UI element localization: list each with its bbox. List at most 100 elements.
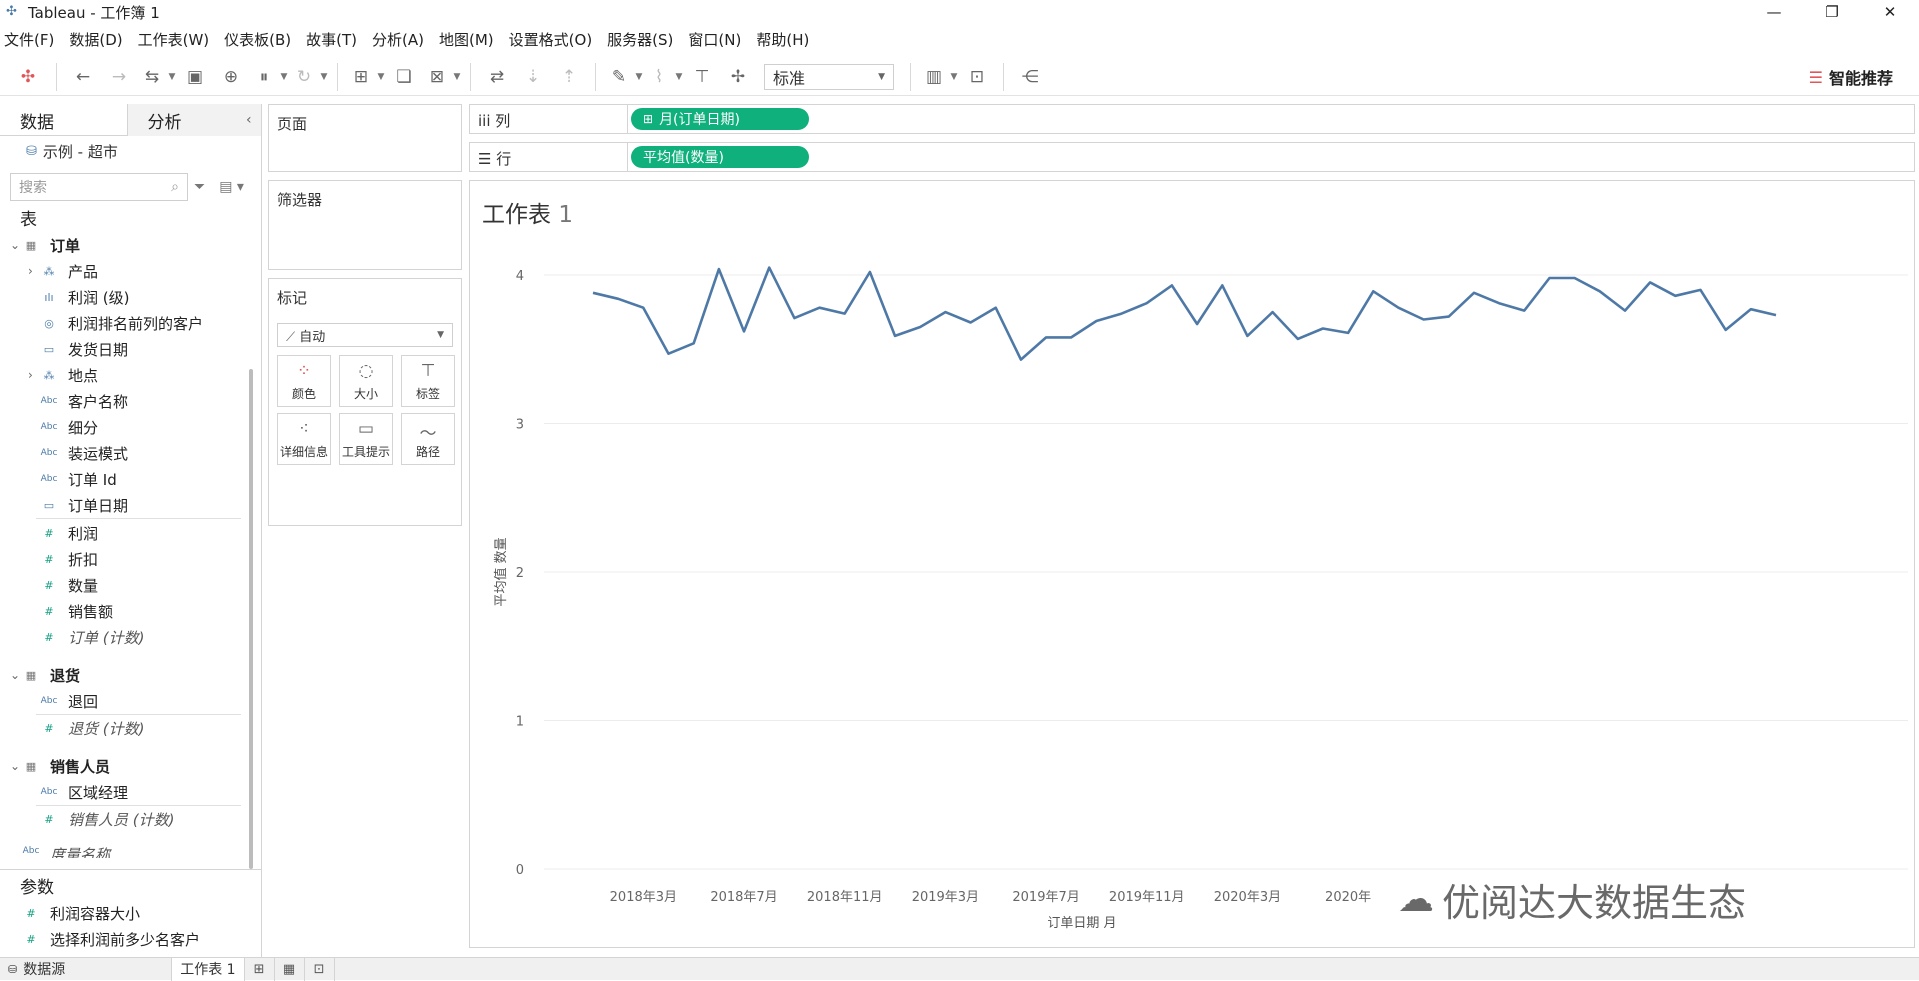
data-point[interactable]: [666, 351, 672, 357]
data-point[interactable]: [1018, 357, 1024, 363]
detail-button[interactable]: ⁖ 详细信息: [277, 413, 331, 465]
field-item[interactable]: Abc 订单 Id: [0, 466, 245, 492]
data-point[interactable]: [1270, 309, 1276, 315]
field-item[interactable]: Abc 度量名称: [0, 840, 245, 858]
show-cards-icon[interactable]: ▥: [919, 63, 949, 91]
chevron-down-icon[interactable]: ▼: [279, 63, 289, 91]
tab-sheet-1[interactable]: 工作表 1: [171, 957, 245, 981]
table-orders[interactable]: ⌄ ▦ 订单: [0, 232, 245, 258]
tooltip-button[interactable]: ▭ 工具提示: [339, 413, 393, 465]
presentation-mode-icon[interactable]: ⊡: [959, 63, 995, 91]
data-point[interactable]: [1496, 300, 1502, 306]
columns-shelf[interactable]: iii 列 ⊞ 月(订单日期): [469, 104, 1915, 134]
chevron-down-icon[interactable]: ▼: [674, 63, 684, 91]
highlight-icon[interactable]: ✎: [604, 63, 634, 91]
tab-data[interactable]: 数据: [0, 104, 128, 136]
new-datasource-icon[interactable]: ⊕: [213, 63, 249, 91]
table-people[interactable]: ⌄ ▦ 销售人员: [0, 753, 245, 779]
data-point[interactable]: [1572, 275, 1578, 281]
data-point[interactable]: [1370, 288, 1376, 294]
tableau-home-icon[interactable]: ✣: [8, 63, 48, 91]
refresh-icon[interactable]: ↻: [289, 63, 319, 91]
rows-shelf[interactable]: ☰ 行 平均值(数量): [469, 142, 1915, 172]
data-point[interactable]: [1622, 308, 1628, 314]
series-line[interactable]: [592, 266, 1777, 361]
new-story-icon[interactable]: ⊡: [305, 957, 335, 981]
filter-icon[interactable]: ⏷: [194, 179, 205, 195]
data-point[interactable]: [1244, 333, 1250, 339]
search-input[interactable]: 搜索 ⌕: [10, 173, 188, 201]
worksheet-view[interactable]: 工作表 1 0 1 2 3 4 平均值 数量 2018年3月 2018年7月 2018年11月…: [469, 180, 1915, 948]
measure-item[interactable]: # 订单 (计数): [0, 624, 245, 650]
tab-datasource[interactable]: ⛁ 数据源: [0, 958, 73, 981]
field-item[interactable]: ▭ 发货日期: [0, 336, 245, 362]
data-point[interactable]: [1068, 334, 1074, 340]
data-point[interactable]: [1471, 290, 1477, 296]
chevron-down-icon[interactable]: ▼: [167, 63, 177, 91]
field-item[interactable]: ▭ 订单日期: [0, 492, 245, 518]
menu-dashboard[interactable]: 仪表板(B): [224, 29, 291, 50]
measure-item[interactable]: # 销售人员 (计数): [0, 806, 245, 832]
chevron-down-icon[interactable]: ▼: [319, 63, 329, 91]
parameter-item[interactable]: # 选择利润前多少名客户: [0, 926, 262, 952]
datasource-item[interactable]: ⛁ 示例 - 超市: [0, 136, 261, 166]
data-point[interactable]: [741, 328, 747, 334]
data-point[interactable]: [1169, 282, 1175, 288]
menu-map[interactable]: 地图(M): [439, 29, 494, 50]
chevron-down-icon[interactable]: ▼: [634, 63, 644, 91]
field-item[interactable]: › ⁂ 产品: [0, 258, 245, 284]
color-button[interactable]: ⁘ 颜色: [277, 355, 331, 407]
chevron-down-icon[interactable]: ▼: [376, 63, 386, 91]
data-point[interactable]: [691, 340, 697, 346]
data-point[interactable]: [1219, 282, 1225, 288]
data-point[interactable]: [1320, 325, 1326, 331]
data-point[interactable]: [1421, 317, 1427, 323]
data-point[interactable]: [1144, 300, 1150, 306]
label-button[interactable]: ⊤ 标签: [401, 355, 455, 407]
chevron-down-icon[interactable]: ▼: [949, 63, 959, 91]
field-item[interactable]: Abc 退回: [0, 688, 245, 714]
data-point[interactable]: [892, 333, 898, 339]
data-point[interactable]: [791, 315, 797, 321]
table-returns[interactable]: ⌄ ▦ 退货: [0, 662, 245, 688]
pause-updates-icon[interactable]: ⏸: [249, 63, 279, 91]
size-button[interactable]: ◌ 大小: [339, 355, 393, 407]
tab-analysis[interactable]: 分析: [127, 104, 261, 136]
share-icon[interactable]: ⋲: [1012, 63, 1048, 91]
data-point[interactable]: [1446, 314, 1452, 320]
data-point[interactable]: [1119, 311, 1125, 317]
data-point[interactable]: [968, 320, 974, 326]
sort-ascending-icon[interactable]: ⇣: [515, 63, 551, 91]
data-point[interactable]: [942, 309, 948, 315]
new-worksheet-icon[interactable]: ⊞: [245, 957, 275, 981]
data-point[interactable]: [1748, 306, 1754, 312]
close-button[interactable]: ✕: [1861, 0, 1919, 24]
swap-rows-columns-icon[interactable]: ⇄: [479, 63, 515, 91]
menu-server[interactable]: 服务器(S): [607, 29, 673, 50]
measure-item[interactable]: # 折扣: [0, 546, 245, 572]
data-point[interactable]: [1597, 288, 1603, 294]
data-point[interactable]: [1521, 308, 1527, 314]
menu-analysis[interactable]: 分析(A): [372, 29, 424, 50]
undo-icon[interactable]: ←: [65, 63, 101, 91]
path-button[interactable]: 〜 路径: [401, 413, 455, 465]
menu-window[interactable]: 窗口(N): [688, 29, 741, 50]
swap-icon[interactable]: ⇆: [137, 63, 167, 91]
menu-data[interactable]: 数据(D): [69, 29, 122, 50]
data-point[interactable]: [817, 305, 823, 311]
mark-type-select[interactable]: ⟋ 自动 ▼: [277, 323, 453, 347]
data-point[interactable]: [867, 269, 873, 275]
show-me-button[interactable]: ☰ 智能推荐: [1809, 65, 1893, 89]
field-item[interactable]: ◎ 利润排名前列的客户: [0, 310, 245, 336]
menu-worksheet[interactable]: 工作表(W): [138, 29, 210, 50]
filters-shelf[interactable]: 筛选器: [268, 180, 462, 270]
data-point[interactable]: [716, 266, 722, 272]
data-point[interactable]: [842, 311, 848, 317]
view-options-icon[interactable]: ▤ ▾: [219, 179, 244, 195]
data-point[interactable]: [615, 296, 621, 302]
menu-story[interactable]: 故事(T): [306, 29, 357, 50]
data-point[interactable]: [1672, 293, 1678, 299]
data-point[interactable]: [640, 305, 646, 311]
data-point[interactable]: [1546, 275, 1552, 281]
menu-file[interactable]: 文件(F): [4, 29, 54, 50]
